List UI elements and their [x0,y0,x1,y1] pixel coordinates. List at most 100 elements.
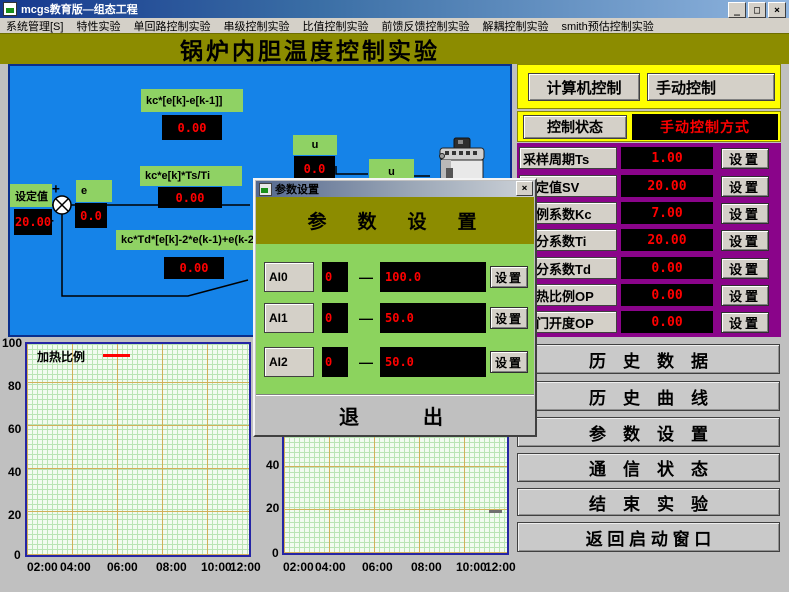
ai1-low-value[interactable]: 0 [322,303,348,333]
ai1-set-button[interactable]: 设置 [490,307,528,329]
parameter-dialog: 参数设置 × 参 数 设 置 AI0 0 — 100.0 设置 AI1 0 — … [253,178,537,437]
dialog-close-button[interactable]: × [516,181,533,196]
setpoint-value: 20.00 [14,209,52,235]
dialog-title: 参数设置 [275,181,319,197]
comm-status-button[interactable]: 通 信 状 态 [517,453,780,482]
chart2-xtick-0800: 08:00 [411,560,442,574]
control-status-value: 手动控制方式 [632,114,778,140]
ai0-range-dash: — [353,262,379,292]
param-value-ti: 20.00 [621,229,713,251]
param-value-sv: 20.00 [621,175,713,197]
window-title: mcgs教育版—组态工程 [21,1,138,17]
chart2-ytick-40: 40 [266,458,279,472]
ai2-set-button[interactable]: 设置 [490,351,528,373]
chart1-xtick-1000: 10:00 [201,560,232,574]
maximize-button[interactable]: □ [748,2,766,18]
menu-decoupling[interactable]: 解耦控制实验 [482,18,548,34]
error-label: e [76,180,112,202]
end-experiment-button[interactable]: 结 束 实 验 [517,488,780,516]
chart1-xtick-1200: 12:00 [230,560,261,574]
chart2-xtick-0600: 06:00 [362,560,393,574]
set-button-ti[interactable]: 设置 [721,230,769,251]
set-button-td[interactable]: 设置 [721,258,769,279]
ai0-low-value[interactable]: 0 [322,262,348,292]
chart1-ytick-100: 100 [2,336,22,350]
ai0-label: AI0 [264,262,314,292]
formula3-value: 0.00 [164,257,224,279]
status-strip: 控制状态 手动控制方式 [517,111,781,142]
chart2-current-value-marker [489,510,502,513]
history-curve-button[interactable]: 历 史 曲 线 [517,381,780,411]
chart1-ytick-60: 60 [8,422,21,436]
chart1-xtick-0600: 06:00 [107,560,138,574]
return-start-window-button[interactable]: 返 回 启 动 窗 口 [517,522,780,552]
dialog-header: 参 数 设 置 [256,197,534,244]
manual-control-button[interactable]: 手动控制 [647,73,775,101]
formula-integral: kc*e[k]*Ts/Ti [140,166,242,186]
set-button-sv[interactable]: 设置 [721,176,769,197]
ai1-label: AI1 [264,303,314,333]
param-value-ts: 1.00 [621,147,713,169]
chart1-ytick-40: 40 [8,465,21,479]
menu-smith[interactable]: smith预估控制实验 [561,18,653,34]
chart2-xtick-1200: 12:00 [485,560,516,574]
chart1-legend-line [103,354,130,357]
ai2-low-value[interactable]: 0 [322,347,348,377]
app-icon [3,2,17,16]
chart1-ytick-80: 80 [8,379,21,393]
u1-label: u [293,135,337,155]
ai0-high-value[interactable]: 100.0 [380,262,486,292]
formula2-value: 0.00 [158,187,222,208]
param-label-ts: 采样周期Ts [519,147,617,169]
chart2-xtick-0200: 02:00 [283,560,314,574]
setpoint-label: 设定值 [10,184,52,207]
ai1-high-value[interactable]: 50.0 [380,303,486,333]
formula-derivative-prev: kc*[e[k]-e[k-1]] [141,89,243,112]
computer-control-button[interactable]: 计算机控制 [528,73,640,101]
chart2-xtick-0400: 04:00 [315,560,346,574]
menu-bar: 系统管理[S] 特性实验 单回路控制实验 串级控制实验 比值控制实验 前馈反馈控… [0,18,789,33]
parameter-setting-button[interactable]: 参 数 设 置 [517,417,780,447]
param-value-heat-op: 0.00 [621,284,713,306]
chart1-xtick-0200: 02:00 [27,560,58,574]
param-value-kc: 7.00 [621,202,713,224]
dialog-body: AI0 0 — 100.0 设置 AI1 0 — 50.0 设置 AI2 0 —… [256,244,534,394]
dialog-exit-button[interactable]: 退 出 [256,394,534,435]
chart1-legend-label: 加热比例 [37,348,85,365]
chart1-xtick-0400: 04:00 [60,560,91,574]
ai2-high-value[interactable]: 50.0 [380,347,486,377]
dialog-titlebar[interactable]: 参数设置 [256,181,534,197]
ai0-set-button[interactable]: 设置 [490,266,528,288]
ai1-range-dash: — [353,303,379,333]
heating-trend-chart: 加热比例 [25,342,251,557]
chart1-ytick-20: 20 [8,508,21,522]
formula-derivative: kc*Td*[e[k]-2*e(k-1)+e(k-2)]/ [116,230,276,250]
chart2-xtick-1000: 10:00 [456,560,487,574]
error-value: 0.0 [75,203,107,228]
plus-sign: + [52,182,60,197]
param-value-valve-op: 0.00 [621,311,713,333]
application-window: mcgs教育版—组态工程 _ □ × 系统管理[S] 特性实验 单回路控制实验 … [0,0,789,592]
dialog-icon [259,183,272,196]
page-banner: 锅炉内胆温度控制实验 [0,33,789,64]
page-title: 锅炉内胆温度控制实验 [180,32,440,66]
chart2-ytick-0: 0 [272,546,279,560]
set-button-heat-op[interactable]: 设置 [721,285,769,306]
set-button-kc[interactable]: 设置 [721,203,769,224]
chart1-xtick-0800: 08:00 [156,560,187,574]
parameter-panel: 采样周期Ts 1.00 设置 给定值SV 20.00 设置 比例系数Kc 7.0… [517,143,781,337]
chart2-ytick-20: 20 [266,501,279,515]
mode-strip: 计算机控制 手动控制 [517,64,781,109]
set-button-valve-op[interactable]: 设置 [721,312,769,333]
control-status-label: 控制状态 [523,115,627,139]
menu-system[interactable]: 系统管理[S] [6,18,63,34]
window-titlebar[interactable]: mcgs教育版—组态工程 _ □ × [0,0,789,18]
menu-characteristic[interactable]: 特性实验 [76,18,120,34]
chart1-ytick-0: 0 [14,548,21,562]
set-button-ts[interactable]: 设置 [721,148,769,169]
minimize-button[interactable]: _ [728,2,746,18]
param-value-td: 0.00 [621,257,713,279]
formula1-value: 0.00 [162,115,222,140]
history-data-button[interactable]: 历 史 数 据 [517,344,780,374]
close-button[interactable]: × [768,2,786,18]
